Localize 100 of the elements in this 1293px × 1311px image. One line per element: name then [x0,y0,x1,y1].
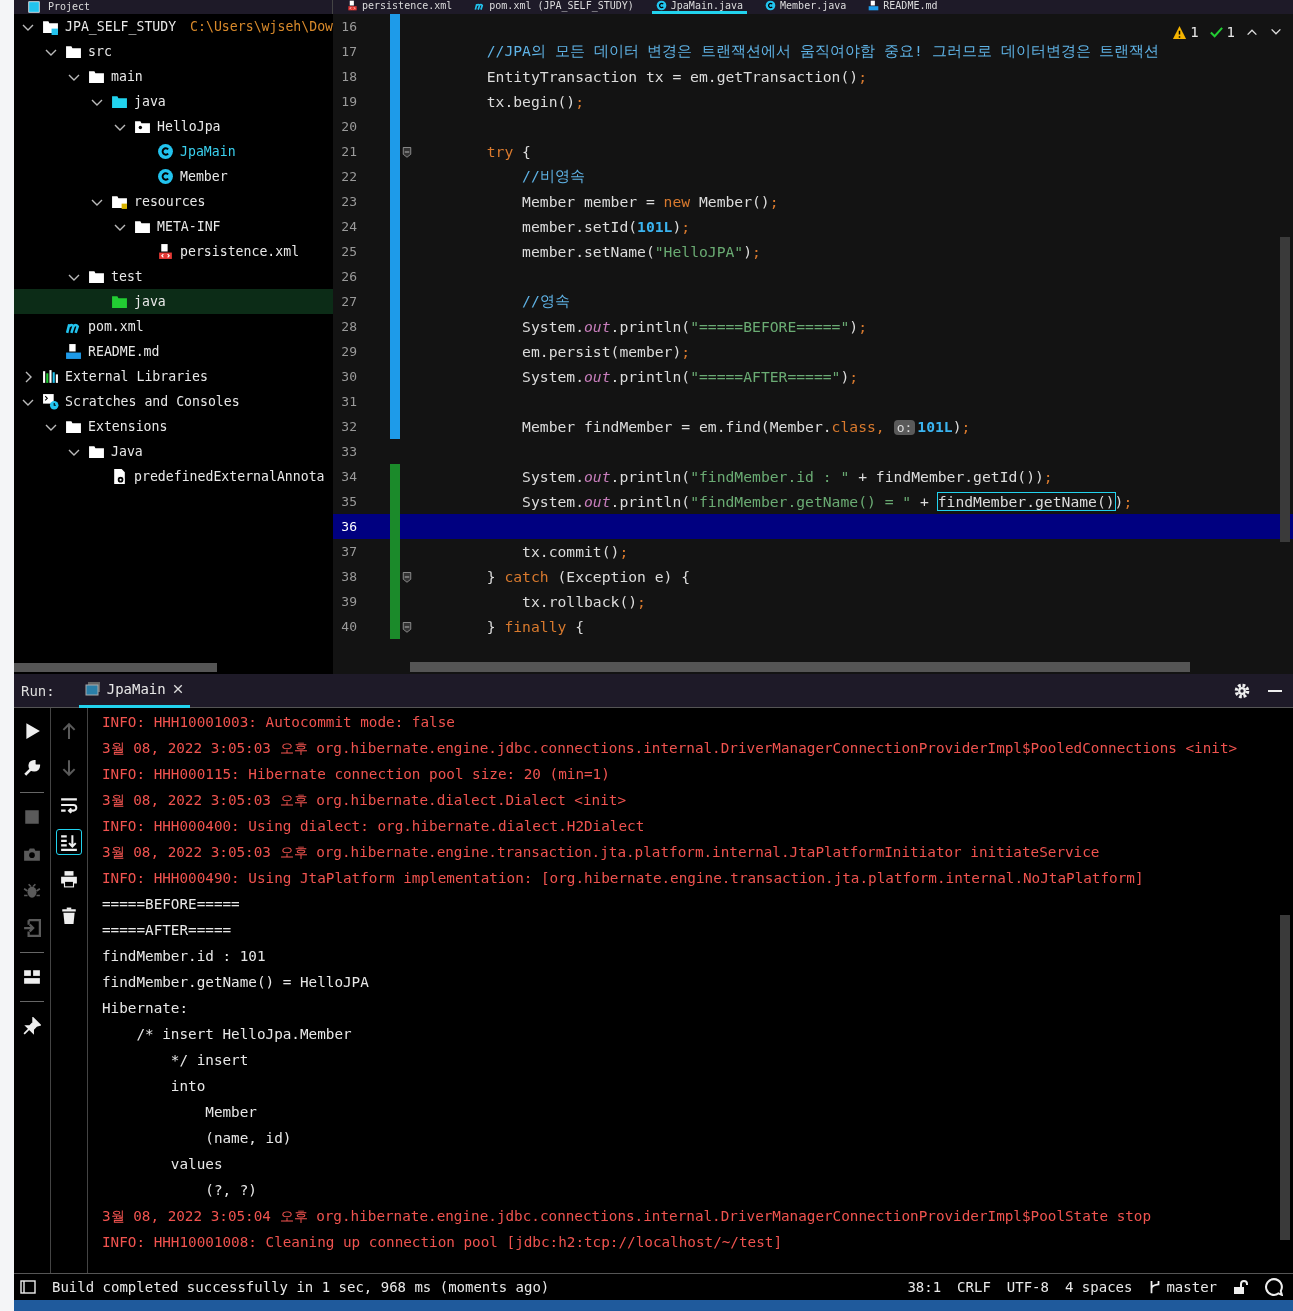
fold-icon[interactable] [401,619,413,634]
settings-icon[interactable] [1233,681,1251,700]
warning-count[interactable]: 1 [1172,24,1199,40]
resources-folder-icon [111,193,128,210]
stop-icon [23,808,41,826]
console-line: Hibernate: [102,999,190,1018]
module-folder-icon [42,18,59,35]
console-line: Member [204,1103,258,1122]
console-line: INFO: HHH10001008: Cleaning up connection pool [jdbc:h2:tcp://localhost/~/test] [102,1233,783,1252]
panel-title[interactable]: Project [48,0,91,14]
tree-item[interactable]: Scratches and Consoles [14,389,333,414]
change-marker[interactable] [390,464,400,489]
tree-item[interactable]: resources [14,189,333,214]
code-line: //비영속 [521,167,585,186]
lock-icon[interactable] [1233,1279,1249,1295]
markdown-file-icon [868,0,880,11]
line-number: 21 [340,144,358,159]
tree-item[interactable]: README.md [14,339,333,364]
caret-position[interactable]: 38:1 [907,1279,942,1295]
folder-icon [134,218,151,235]
console-line: INFO: HHH000115: Hibernate connection pool size: 20 (min=1) [102,765,611,784]
line-number: 23 [340,194,358,209]
git-branch[interactable]: master [1148,1279,1217,1295]
fold-icon[interactable] [401,144,413,159]
tree-item[interactable]: main [14,64,333,89]
tree-item[interactable]: src [14,39,333,64]
tree-item[interactable]: pom.xml [14,314,333,339]
xml-file-icon [157,243,174,260]
fold-icon[interactable] [401,569,413,584]
editor-tab[interactable]: README.md [864,0,942,14]
tree-item[interactable]: test [14,264,333,289]
scrollbar-thumb[interactable] [410,662,1190,672]
scrollbar-thumb[interactable] [1280,915,1290,1240]
notifications-icon[interactable] [1265,1278,1283,1296]
code-line: tx.commit(); [521,543,629,560]
folder-icon [88,68,105,85]
code-line: //JPA의 모든 데이터 변경은 트랜잭션에서 움직여야함 중요! 그러므로 데이터변경은 트랜잭션 [485,42,1160,61]
tree-item[interactable]: JPA_SELF_STUDY C:\Users\wjseh\Dow [14,14,333,39]
code-line: try { [485,143,531,160]
line-separator[interactable]: CRLF [957,1279,991,1295]
change-marker[interactable] [390,14,400,39]
code-line: member.setName("HelloJPA"); [521,243,761,260]
tree-item[interactable]: predefinedExternalAnnota [14,464,333,489]
tree-item[interactable]: External Libraries [14,364,333,389]
tree-item[interactable]: JpaMain [14,139,333,164]
tree-item[interactable]: Member [14,164,333,189]
change-marker[interactable] [390,414,400,439]
passed-count[interactable]: 1 [1208,24,1235,40]
change-marker[interactable] [390,614,400,639]
tree-item[interactable]: HelloJpa [14,114,333,139]
console-line: findMember.getName() = HelloJPA [102,973,370,992]
close-icon[interactable] [171,683,184,695]
config-file-icon [111,468,128,485]
code-line: em.persist(member); [521,343,691,360]
line-number: 24 [340,219,358,234]
tree-item[interactable]: java [14,89,333,114]
class-icon [157,143,174,160]
scratches-icon [42,393,59,410]
console-icon [84,681,101,697]
console-line: findMember.id : 101 [102,947,267,966]
indent-setting[interactable]: 4 spaces [1065,1279,1133,1295]
project-icon[interactable] [28,1,40,13]
tree-item[interactable]: java [14,289,333,314]
code-line: Member member = new Member(); [521,193,779,210]
line-number: 25 [340,244,358,259]
line-number: 38 [340,569,358,584]
line-number: 35 [340,494,358,509]
panel-toggle-icon[interactable] [20,1279,36,1295]
tree-item[interactable]: persistence.xml [14,239,333,264]
warning-icon [1172,24,1188,40]
line-number: 20 [340,119,358,134]
print-icon [60,870,78,888]
package-folder-icon [134,118,151,135]
library-icon [42,368,59,385]
markdown-file-icon [65,343,82,360]
path-text: C:\Users\wjseh\Dow [190,19,333,34]
editor-tab[interactable]: persistence.xml [343,0,457,14]
scrollbar-thumb[interactable] [14,663,217,672]
console-line: INFO: HHH000400: Using dialect: org.hibernate.dialect.H2Dialect [102,817,646,836]
pin-icon [23,1017,41,1035]
class-icon [157,168,174,185]
line-number: 33 [340,444,358,459]
scrollbar-thumb[interactable] [1280,237,1290,542]
console-line: (name, id) [204,1129,293,1148]
line-number: 27 [340,294,358,309]
editor-tab[interactable]: pom.xml (JPA_SELF_STUDY) [470,0,638,14]
tree-item[interactable]: Extensions [14,414,333,439]
down-arrow-icon [60,759,78,777]
status-message: Build completed successfully in 1 sec, 968 ms (moments ago) [52,1279,551,1295]
console-line: 3월 08, 2022 3:05:03 오후 org.hibernate.dialect.Dialect <init> [102,791,628,810]
code-line: System.out.println("=====BEFORE====="); [521,318,867,335]
tree-item[interactable]: META-INF [14,214,333,239]
editor-tab[interactable]: Member.java [761,0,851,14]
line-number: 36 [340,519,358,534]
console-line: 3월 08, 2022 3:05:04 오후 org.hibernate.engine.jdbc.connections.internal.DriverManagerConnectionProviderImpl$PoolState stop [102,1207,1153,1226]
file-encoding[interactable]: UTF-8 [1006,1279,1049,1295]
console-line: values [169,1155,224,1174]
line-number: 16 [340,19,358,34]
toolbar-button[interactable] [56,829,82,855]
tree-item[interactable]: Java [14,439,333,464]
